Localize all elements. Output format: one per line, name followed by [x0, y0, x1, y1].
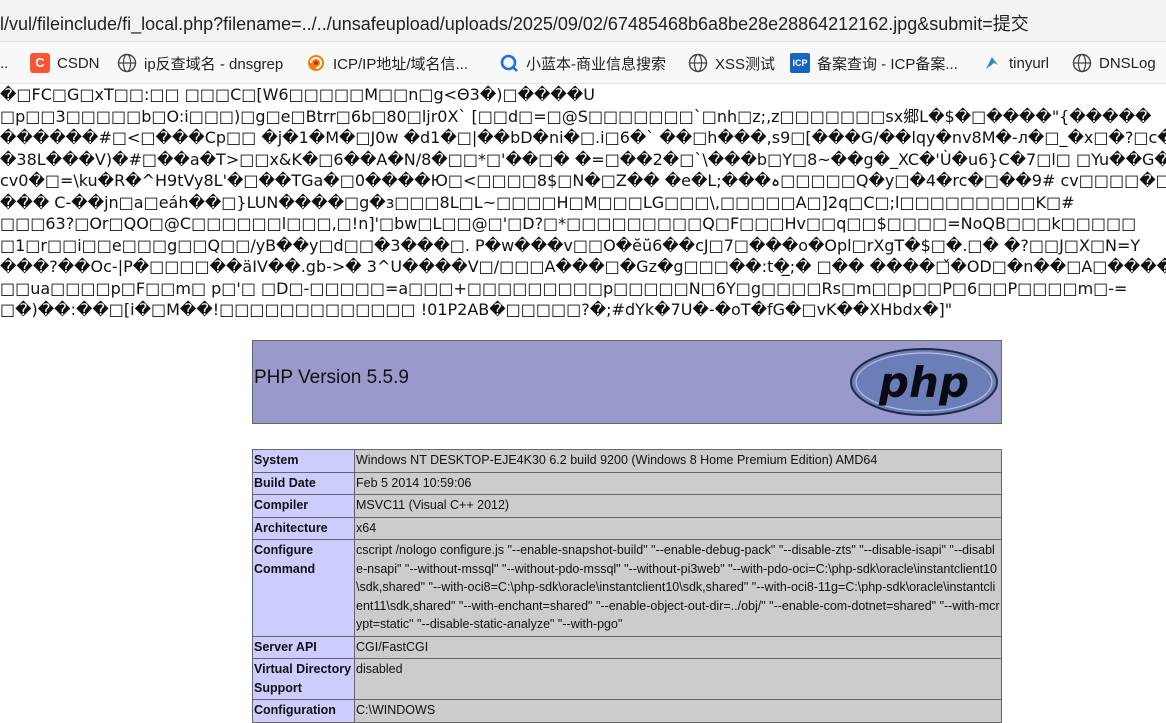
row-value: disabled — [354, 658, 1002, 700]
table-row: System Windows NT DESKTOP-EJE4K30 6.2 bu… — [252, 449, 1002, 473]
bookmark-overflow[interactable]: .. — [0, 52, 8, 74]
phpinfo-header: PHP Version 5.5.9 php — [252, 340, 1002, 424]
table-row: Configuration C:\WINDOWS — [252, 699, 1002, 723]
table-row: Build Date Feb 5 2014 10:59:06 — [252, 471, 1002, 495]
binary-line: □1□r□□i□□e□□□g□□Q□□/yB��y□d□□�3���□. P�w… — [0, 235, 1141, 255]
binary-line: ���?��Oc-|P�□□□□��äIV��.gb->� 3^U����V□/… — [0, 257, 1166, 276]
url-text[interactable]: l/vul/fileinclude/fi_local.php?filename=… — [0, 10, 1029, 36]
icp-icon: ICP — [790, 53, 810, 73]
phpinfo-table: System Windows NT DESKTOP-EJE4K30 6.2 bu… — [252, 449, 1002, 723]
row-value: cscript /nologo configure.js "--enable-s… — [354, 539, 1002, 637]
bookmark-label: XSS测试 — [715, 55, 776, 73]
bookmark-dnslog[interactable]: DNSLog — [1072, 52, 1156, 74]
bookmark-dnsgrep[interactable]: ip反查域名 - dnsgrep — [117, 52, 283, 74]
row-key: Configuration — [252, 699, 355, 723]
binary-line: �□FC□G□xT□□:□□ □□□C□[W6□□□□□M□□n□g<Θ3�)□… — [0, 85, 595, 104]
php-logo-text: php — [878, 358, 969, 407]
binary-line: ��� C-��jn□a□eáh��□}LUN����□g�з□□□8L□L~□… — [0, 192, 1075, 212]
row-value: Windows NT DESKTOP-EJE4K30 6.2 build 920… — [354, 449, 1002, 473]
bookmark-label: CSDN — [57, 54, 100, 72]
table-row: Architecture x64 — [252, 516, 1002, 540]
search-q-icon — [500, 54, 518, 72]
address-bar[interactable]: l/vul/fileinclude/fi_local.php?filename=… — [0, 0, 1166, 42]
row-key: Server API — [252, 635, 355, 659]
row-key: Architecture — [252, 516, 355, 540]
row-value: C:\WINDOWS — [354, 699, 1002, 723]
binary-line: □□ua□□□□p□F□□m□ p□'□ □D□-□□□□□=a□□□+□□□□… — [0, 278, 1128, 298]
table-row: Server API CGI/FastCGI — [252, 635, 1002, 659]
row-value: x64 — [354, 516, 1002, 540]
binary-line: □�)��:��□[i�□M��!□□□□□□□□□□□□□ !01P2AB�□… — [0, 300, 953, 319]
globe-icon — [1072, 53, 1092, 73]
binary-output: �□FC□G□xT□□:□□ □□□C□[W6□□□□□M□□n□g<Θ3�)□… — [0, 84, 1166, 340]
table-row: Configure Command cscript /nologo config… — [252, 539, 1002, 637]
bookmark-label: 小蓝本-商业信息搜索 — [526, 55, 666, 73]
row-key: Configure Command — [252, 539, 355, 637]
table-row: Compiler MSVC11 (Visual C++ 2012) — [252, 494, 1002, 518]
binary-line: ������#□<□���Cp□□ �j�1�M�□J0w �d1�□|��bD… — [0, 128, 1166, 147]
bookmark-label: 备案查询 - ICP备案... — [817, 55, 958, 73]
binary-line: �38L���V)�#□��a�T>□□x&K�□6��A�N/8�□□*□'�… — [0, 149, 1166, 169]
php-logo[interactable]: php — [849, 347, 999, 417]
phpinfo-panel: PHP Version 5.5.9 php System Windows NT … — [252, 340, 1002, 723]
bookmark-tinyurl[interactable]: tinyurl — [982, 52, 1049, 74]
bookmark-csdn[interactable]: C CSDN — [30, 52, 100, 74]
csdn-icon: C — [30, 53, 50, 73]
row-key: Build Date — [252, 471, 355, 495]
tinyurl-icon — [986, 57, 998, 69]
globe-icon — [117, 53, 137, 73]
binary-line: cv0�□=\ku�R�^H9tVy8L'�□��TGa�□0����Ю□<□□… — [0, 171, 1166, 190]
globe-icon — [688, 53, 708, 73]
bookmark-label: ip反查域名 - dnsgrep — [144, 55, 284, 73]
row-value: Feb 5 2014 10:59:06 — [354, 471, 1002, 495]
php-version-title: PHP Version 5.5.9 — [254, 367, 409, 388]
binary-line: □p□□3□□□□□b□O:i□□□)□g□e□Btrr□6b□80□ljr0X… — [0, 106, 1152, 126]
bookmark-label: ICP/IP地址/域名信... — [333, 55, 469, 73]
row-key: Compiler — [252, 494, 355, 518]
bookmark-xiaolanben[interactable]: 小蓝本-商业信息搜索 — [499, 52, 666, 74]
bookmark-label: tinyurl — [1009, 54, 1050, 72]
swirl-icon — [308, 55, 324, 71]
row-value: MSVC11 (Visual C++ 2012) — [354, 494, 1002, 518]
bookmark-label: .. — [0, 54, 9, 72]
binary-line: □□□63?□Or□QO□@C□□□□□□l□□□,□!n]'□bw□L□□@□… — [0, 214, 1137, 233]
row-key: System — [252, 449, 355, 473]
row-key: Virtual Directory Support — [252, 658, 355, 700]
bookmark-icp-beian[interactable]: ICP 备案查询 - ICP备案... — [790, 52, 958, 74]
bookmark-label: DNSLog — [1099, 54, 1156, 72]
bookmark-icp-ip[interactable]: ICP/IP地址/域名信... — [306, 52, 468, 74]
bookmarks-bar: .. C CSDN ip反查域名 - dnsgrep ICP/IP地址/域名信.… — [0, 42, 1166, 84]
row-value: CGI/FastCGI — [354, 635, 1002, 659]
bookmark-xss[interactable]: XSS测试 — [688, 52, 775, 74]
table-row: Virtual Directory Support disabled — [252, 658, 1002, 700]
